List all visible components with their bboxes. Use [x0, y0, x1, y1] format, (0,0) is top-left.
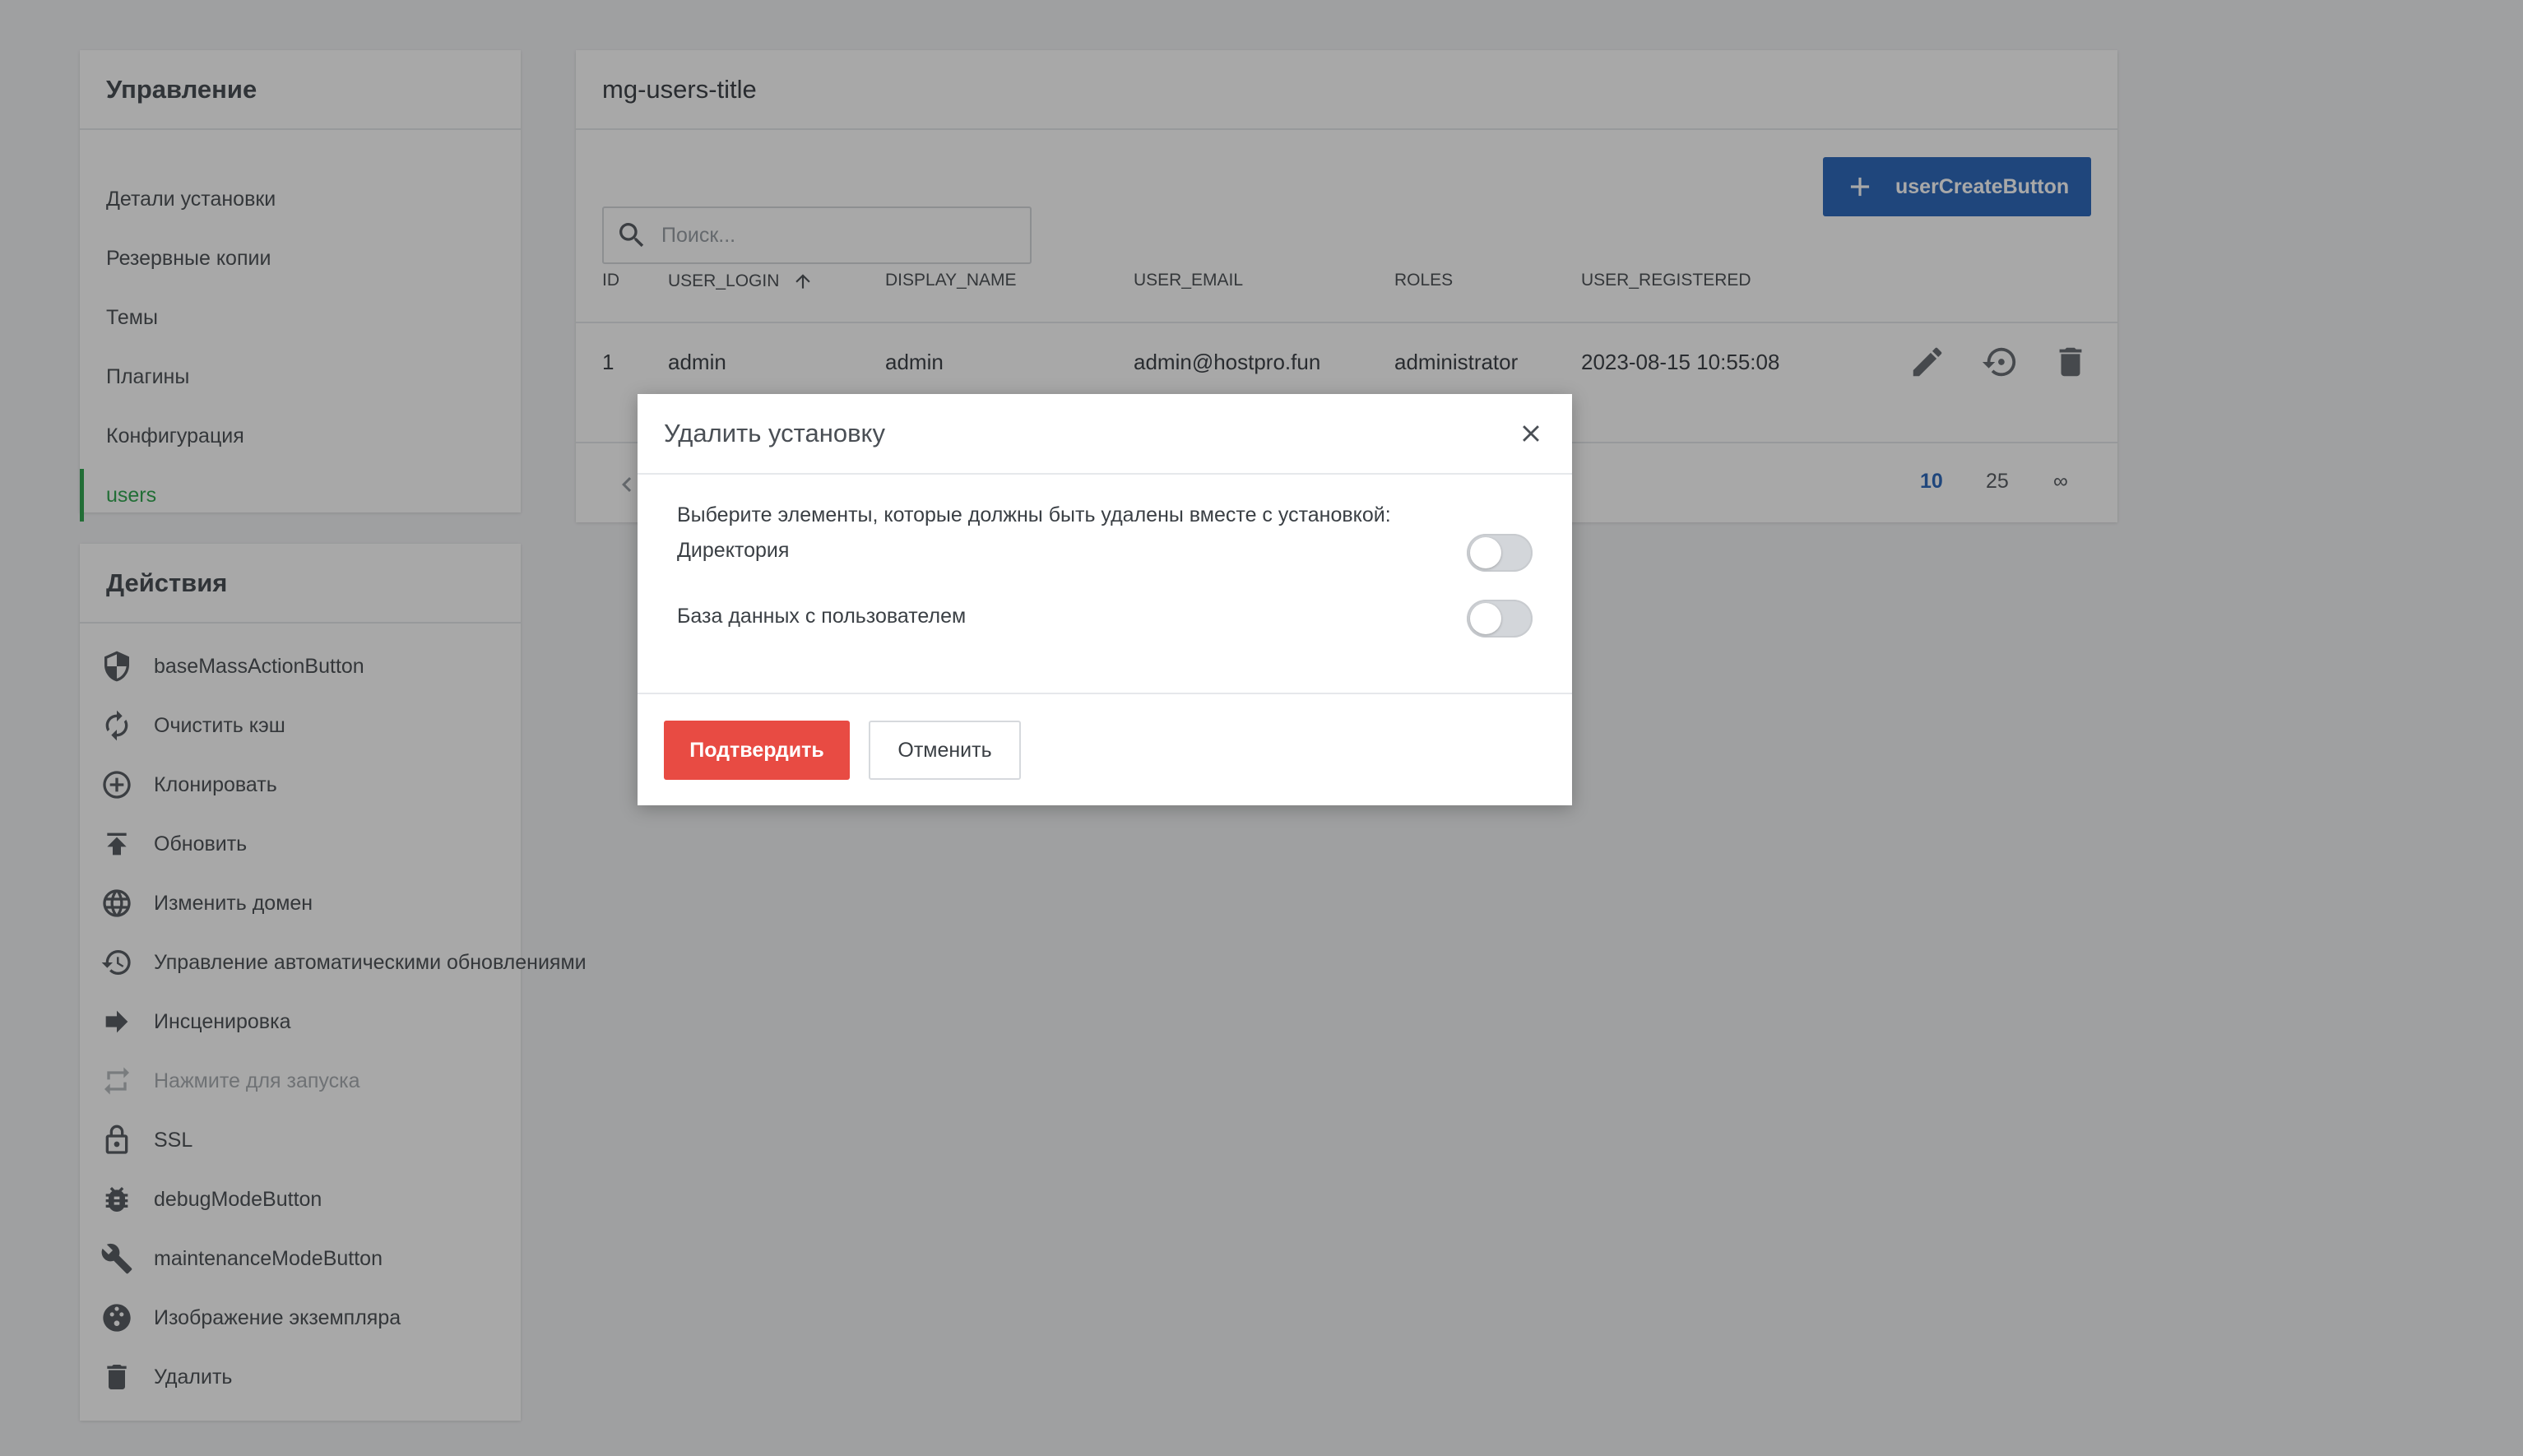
toggle-knob	[1470, 537, 1501, 568]
close-icon[interactable]	[1514, 417, 1547, 450]
modal-description: Выберите элементы, которые должны быть у…	[677, 503, 1391, 526]
confirm-button[interactable]: Подтвердить	[664, 721, 850, 780]
modal-title: Удалить установку	[664, 419, 885, 447]
divider	[638, 473, 1572, 475]
toggle-database[interactable]	[1467, 600, 1533, 638]
cancel-button[interactable]: Отменить	[869, 721, 1021, 780]
option-directory-label: Директория	[677, 539, 790, 562]
divider	[638, 693, 1572, 694]
delete-installation-modal: Удалить установку Выберите элементы, кот…	[638, 394, 1572, 805]
toggle-directory[interactable]	[1467, 534, 1533, 572]
toggle-knob	[1470, 603, 1501, 634]
option-database-label: База данных с пользователем	[677, 605, 967, 628]
